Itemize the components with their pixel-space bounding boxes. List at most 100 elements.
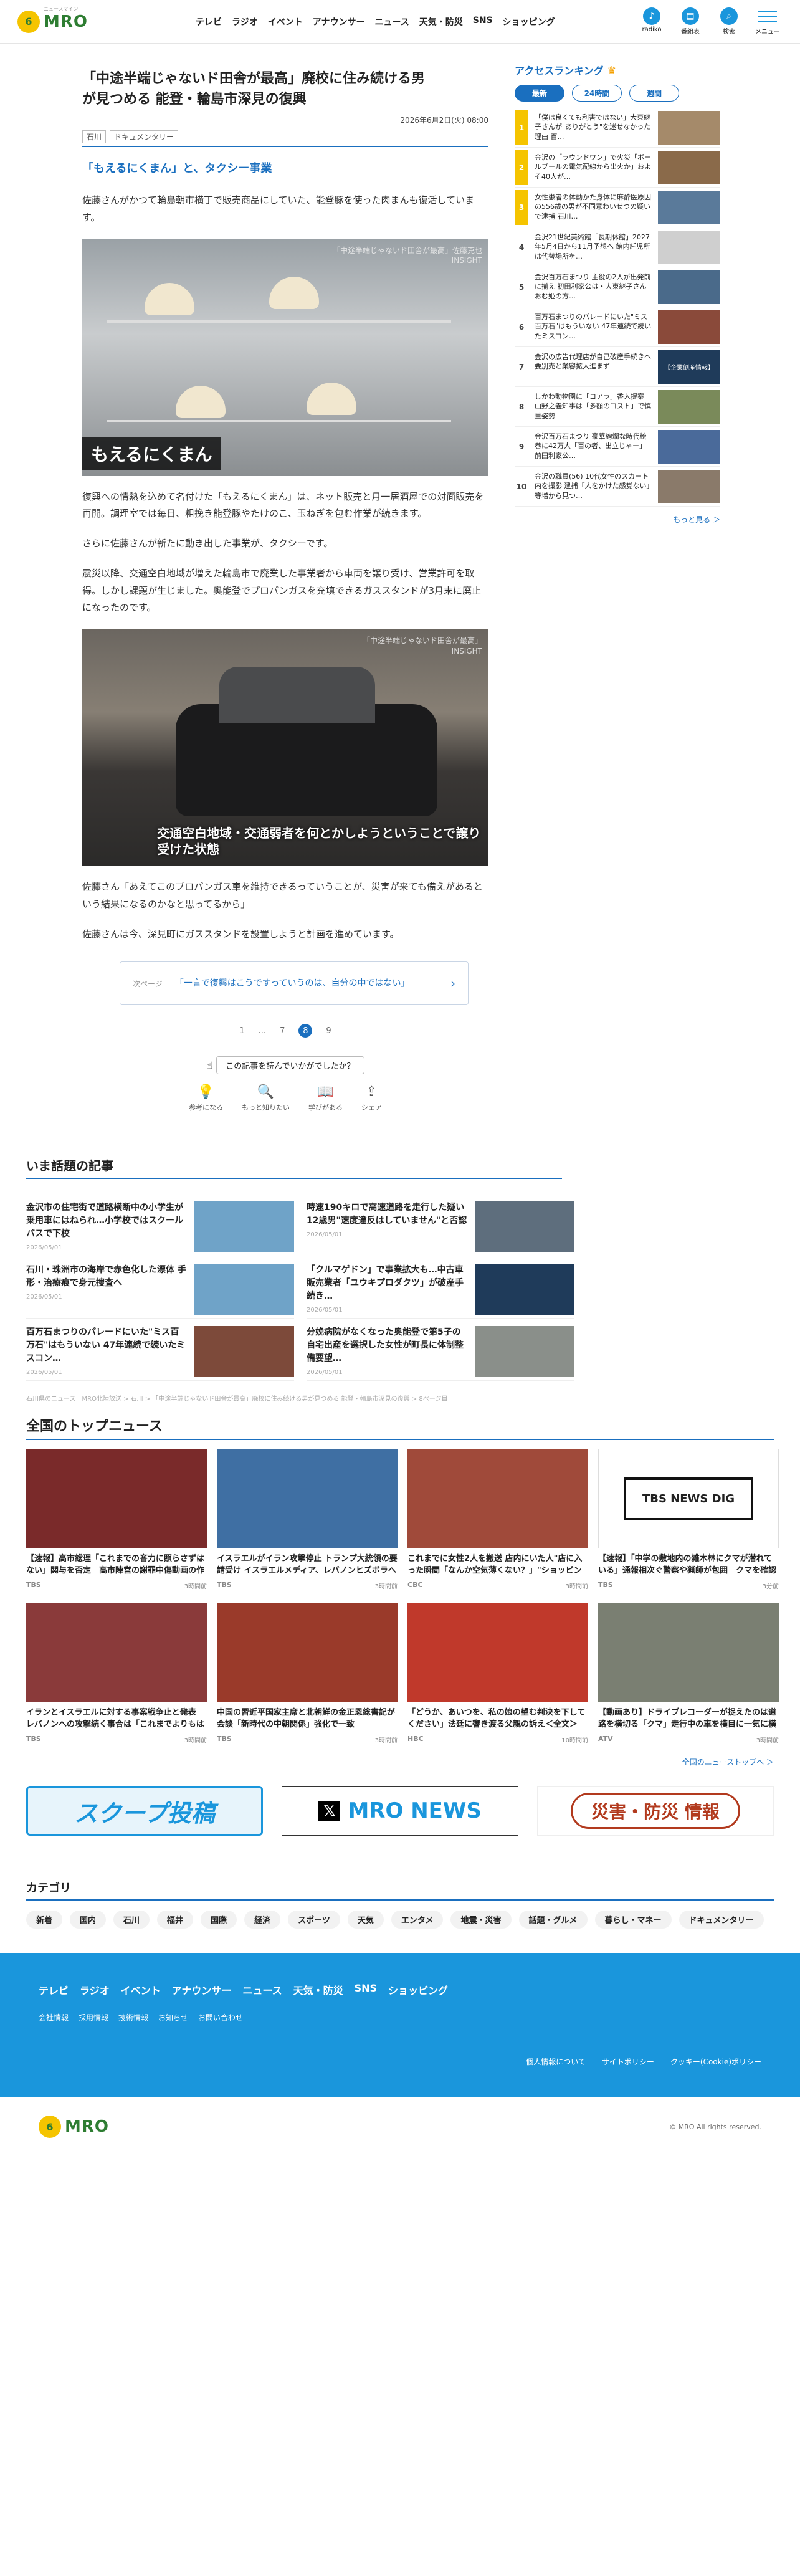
topic-item[interactable]: 時速190キロで高速道路を走行した疑い 12歳男"速度違反はしていません"と否認… (307, 1194, 574, 1257)
category-chip[interactable]: 新着 (26, 1911, 63, 1929)
nav-radio[interactable]: ラジオ (232, 16, 258, 28)
category-chip[interactable]: 福井 (157, 1911, 194, 1929)
category-chip[interactable]: エンタメ (391, 1911, 444, 1929)
nav-tv[interactable]: テレビ (196, 16, 222, 28)
topic-date: 2026/05/01 (26, 1369, 62, 1376)
nav-news[interactable]: ニュース (374, 16, 409, 28)
ranking-item[interactable]: 9 金沢百万石まつり 豪華絢爛な時代絵巻に42万人「百の者、出立じゃー」前田利家公… (515, 427, 720, 467)
ranking-item[interactable]: 10 金沢の職員(56) 10代女性のスカート内を撮影 逮捕「人をかけた感覚ない」… (515, 467, 720, 507)
ranking-item[interactable]: 7 金沢の広告代理店が自己破産手続きへ 要別売と業容拡大進まず 【企業倒産情報】 (515, 347, 720, 387)
footer-nav-item[interactable]: ラジオ (80, 1982, 110, 1997)
scoop-banner[interactable]: スクープ投稿 (26, 1786, 263, 1836)
news-card[interactable]: TBS NEWS DIG 【速報】「中学の敷地内の雑木林にクマが潜れている」通報相… (598, 1449, 779, 1590)
footer-nav-item[interactable]: 天気・防災 (293, 1982, 343, 1997)
news-card[interactable]: 【動画あり】ドライブレコーダーが捉えたのは道路を横切る「クマ」走行中の車を横目に… (598, 1603, 779, 1744)
category-chip[interactable]: 国内 (70, 1911, 107, 1929)
footer-policy-link[interactable]: クッキー(Cookie)ポリシー (670, 2056, 761, 2067)
reaction-know-more-button[interactable]: 🔍 もっと知りたい (242, 1084, 290, 1112)
topic-item[interactable]: 金沢市の住宅街で道路横断中の小学生が乗用車にはねられ…小学校ではスクールバスで下… (26, 1194, 294, 1257)
ranking-item[interactable]: 6 百万石まつりのパレードにいた"ミス百万石"はもういない 47年連続で続いたミス… (515, 307, 720, 347)
national-more-link[interactable]: 全国のニューストップへ ＞ (26, 1757, 774, 1767)
category-chip[interactable]: ドキュメンタリー (679, 1911, 764, 1929)
footer-logo[interactable]: 6 MRO (39, 2116, 126, 2139)
footer-nav-item[interactable]: ニュース (242, 1982, 282, 1997)
steamer-shelf (107, 320, 451, 323)
tag-ishikawa[interactable]: 石川 (82, 130, 107, 143)
footer-policy-link[interactable]: サイトポリシー (602, 2056, 654, 2067)
radiko-button[interactable]: ♪ radiko (637, 7, 667, 36)
disaster-banner[interactable]: 災害・防災 情報 (537, 1786, 774, 1836)
reaction-helpful-button[interactable]: 💡 参考になる (189, 1084, 223, 1112)
news-time: 3分前 (762, 1583, 779, 1591)
news-card[interactable]: 中国の習近平国家主席と北朝鮮の金正恩総書記が会談「新時代の中朝関係」強化で一致 T… (217, 1603, 398, 1744)
news-source: TBS (26, 1581, 41, 1590)
search-button[interactable]: ⌕ 検索 (714, 7, 744, 36)
footer-company-link[interactable]: 採用情報 (79, 2012, 108, 2023)
menu-button[interactable]: メニュー (753, 7, 783, 36)
article-title: 「中途半端じゃないド田舎が最高」廃校に住み続ける男が見つめる 能登・輪島市深見の… (82, 71, 426, 107)
topic-item[interactable]: 百万石まつりのパレードにいた"ミス百万石"はもういない 47年連続で続いたミスコ… (26, 1319, 294, 1381)
ranking-item[interactable]: 8 しかわ動物園に「コアラ」香入提案 山野之義知事は「多額のコスト」で慎重姿勢 (515, 387, 720, 427)
tab-24h[interactable]: 24時間 (572, 85, 622, 102)
photo-nikuman: 「中途半端じゃないド田舎が最高」佐藤克也 INSIGHT もえるにくまん (82, 239, 488, 476)
ranking-item[interactable]: 4 金沢21世紀美術館「長期休館」2027年5月4日から11月予想へ 館内託児所は… (515, 227, 720, 267)
news-card[interactable]: 「どうか、あいつを、私の娘の望む判決を下してください」法廷に響き渡る父親の訴え＜… (407, 1603, 588, 1744)
footer-policy-link[interactable]: 個人情報について (526, 2056, 586, 2067)
nav-announcer[interactable]: アナウンサー (313, 16, 365, 28)
category-chip[interactable]: 天気 (347, 1911, 384, 1929)
topic-item[interactable]: 石川・珠洲市の海岸で赤色化した漂体 手形・治療痕で身元捜査へ 2026/05/01 (26, 1256, 294, 1319)
category-chip[interactable]: 話題・グルメ (518, 1911, 588, 1929)
nav-shopping[interactable]: ショッピング (503, 16, 555, 28)
footer-nav-item[interactable]: イベント (121, 1982, 161, 1997)
topic-thumbnail (475, 1326, 574, 1378)
category-chip[interactable]: 石川 (113, 1911, 150, 1929)
category-chip[interactable]: 経済 (244, 1911, 281, 1929)
category-chip[interactable]: スポーツ (288, 1911, 340, 1929)
news-card[interactable]: 【速報】高市総理「これまでの吝力に照らさずはない」関与を否定 高市陣営の謝罪中傷… (26, 1449, 207, 1590)
program-guide-button[interactable]: ▤ 番組表 (675, 7, 705, 36)
share-button[interactable]: ⇪ シェア (361, 1084, 382, 1112)
page-link[interactable]: 9 (326, 1026, 331, 1036)
category-chip[interactable]: 国際 (201, 1911, 237, 1929)
ranking-item[interactable]: 1 「僕は良くても利害ではない」大東継子さんが"ありがとう"を迷せなかった理由 百… (515, 108, 720, 148)
nav-weather[interactable]: 天気・防災 (419, 16, 463, 28)
category-chip[interactable]: 地震・災害 (450, 1911, 512, 1929)
mro-news-banner[interactable]: 𝕏 MRO NEWS (282, 1786, 518, 1836)
topic-item[interactable]: 分娩病院がなくなった奥能登で第5子の自宅出産を選択した女性が町長に体制整備要望…… (307, 1319, 574, 1381)
nav-event[interactable]: イベント (268, 16, 303, 28)
rank-title: 金沢百万石まつり 豪華絢爛な時代絵巻に42万人「百の者、出立じゃー」前田利家公… (535, 432, 647, 460)
ranking-item[interactable]: 2 金沢の「ラウンドワン」で火災「ボールプールの電気配線から出火か」およそ40人が… (515, 148, 720, 188)
ranking-item[interactable]: 3 女性患者の体動かた身体に麻酔医原因の556歳の男が不同意わいせつの疑いで逮捕 … (515, 188, 720, 227)
news-card[interactable]: これまでに女性2人を搬送 店内にいた人"店に入った瞬間「なんか空気薄くない？」"… (407, 1449, 588, 1590)
news-time: 3時間前 (184, 1737, 207, 1745)
footer-company-link[interactable]: 会社情報 (39, 2012, 69, 2023)
page-link[interactable]: 7 (280, 1026, 285, 1036)
rank-title: 百万石まつりのパレードにいた"ミス百万石"はもういない 47年連続で続いたミスコ… (535, 312, 652, 341)
news-card[interactable]: イランとイスラエルに対する事案戦争止と発表 レバノンへの攻撃続く事合は「これまで… (26, 1603, 207, 1744)
topic-item[interactable]: 「クルマゲドン」で事業拡大も…中古車販売業者「ユウキプロダクツ」が破産手続き… 2… (307, 1256, 574, 1319)
page-link[interactable]: 1 (239, 1026, 244, 1036)
nav-sns[interactable]: SNS (473, 16, 493, 28)
footer-nav-item[interactable]: SNS (355, 1982, 377, 1997)
category-chip[interactable]: 暮らし・マネー (594, 1911, 672, 1929)
footer-nav-item[interactable]: テレビ (39, 1982, 69, 1997)
footer-company-link[interactable]: 技術情報 (118, 2012, 148, 2023)
ranking-more-link[interactable]: もっと見る ＞ (515, 514, 720, 525)
reaction-learn-button[interactable]: 📖 学びがある (308, 1084, 343, 1112)
topic-date: 2026/05/01 (307, 1231, 343, 1239)
tag-documentary[interactable]: ドキュメンタリー (110, 130, 179, 143)
lightbulb-icon: 💡 (197, 1084, 215, 1100)
ranking-item[interactable]: 5 金沢百万石まつり 主役の2人が出発前に揃え 初田利家公は・大東継子さん おむ姫… (515, 267, 720, 307)
tab-weekly[interactable]: 週間 (629, 85, 679, 102)
news-card[interactable]: イスラエルがイラン攻撃停止 トランプ大統領の要請受け イスラエルメディア、レバノ… (217, 1449, 398, 1590)
news-image: TBS NEWS DIG (598, 1449, 779, 1549)
footer-company-link[interactable]: お問い合わせ (198, 2012, 243, 2023)
footer-nav-item[interactable]: アナウンサー (172, 1982, 232, 1997)
footer-company-link[interactable]: お知らせ (158, 2012, 188, 2023)
next-page-link[interactable]: 次ページ 「一言で復興はこうですっていうのは、自分の中ではない」 › (120, 961, 469, 1006)
topic-title: 石川・珠洲市の海岸で赤色化した漂体 手形・治療痕で身元捜査へ 2026/05/01 (26, 1265, 186, 1301)
site-logo[interactable]: 6 MRO (17, 10, 105, 33)
news-title: イスラエルがイラン攻撃停止 トランプ大統領の要請受け イスラエルメディア、レバノ… (217, 1554, 398, 1576)
tab-latest[interactable]: 最新 (515, 85, 564, 102)
footer-nav-item[interactable]: ショッピング (388, 1982, 448, 1997)
